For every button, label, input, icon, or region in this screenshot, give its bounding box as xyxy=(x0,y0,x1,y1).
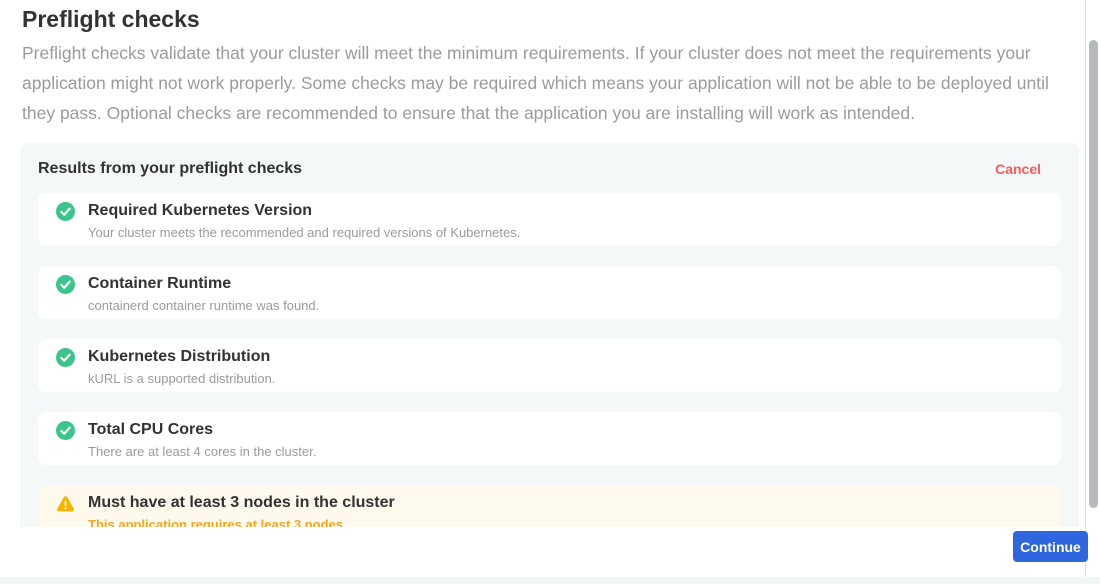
check-title: Required Kubernetes Version xyxy=(88,201,1051,220)
check-text: Must have at least 3 nodes in the cluste… xyxy=(88,493,1051,527)
check-text: Container Runtime containerd container r… xyxy=(88,274,1051,313)
main-content: Preflight checks Preflight checks valida… xyxy=(0,0,1086,584)
warning-icon xyxy=(56,494,75,513)
preflight-results-panel: Results from your preflight checks Cance… xyxy=(20,143,1079,527)
panel-header: Results from your preflight checks Cance… xyxy=(38,160,1061,178)
preflight-check-card: Must have at least 3 nodes in the cluste… xyxy=(38,485,1061,527)
check-text: Kubernetes Distribution kURL is a suppor… xyxy=(88,347,1051,386)
check-circle-icon xyxy=(56,275,75,294)
check-circle-icon xyxy=(56,348,75,367)
check-message: There are at least 4 cores in the cluste… xyxy=(88,444,1051,459)
check-text: Required Kubernetes Version Your cluster… xyxy=(88,201,1051,240)
continue-button[interactable]: Continue xyxy=(1013,531,1088,562)
scrollbar-thumb[interactable] xyxy=(1089,40,1098,508)
check-circle-icon xyxy=(56,202,75,221)
check-message: containerd container runtime was found. xyxy=(88,298,1051,313)
check-message: kURL is a supported distribution. xyxy=(88,371,1051,386)
preflight-check-card: Required Kubernetes Version Your cluster… xyxy=(38,193,1061,246)
check-title: Must have at least 3 nodes in the cluste… xyxy=(88,493,1051,512)
preflight-check-card: Container Runtime containerd container r… xyxy=(38,266,1061,319)
check-message: This application requires at least 3 nod… xyxy=(88,517,1051,527)
scrollbar-track[interactable] xyxy=(1087,0,1100,584)
cancel-link[interactable]: Cancel xyxy=(995,161,1041,177)
check-title: Total CPU Cores xyxy=(88,420,1051,439)
preflight-check-card: Kubernetes Distribution kURL is a suppor… xyxy=(38,339,1061,392)
page-title: Preflight checks xyxy=(22,6,200,33)
check-title: Kubernetes Distribution xyxy=(88,347,1051,366)
checks-list: Required Kubernetes Version Your cluster… xyxy=(38,193,1061,527)
check-text: Total CPU Cores There are at least 4 cor… xyxy=(88,420,1051,459)
preflight-check-card: Total CPU Cores There are at least 4 cor… xyxy=(38,412,1061,465)
check-circle-icon xyxy=(56,421,75,440)
bottom-strip xyxy=(0,577,1100,584)
panel-title: Results from your preflight checks xyxy=(38,160,302,178)
check-title: Container Runtime xyxy=(88,274,1051,293)
page-description: Preflight checks validate that your clus… xyxy=(22,38,1064,128)
check-message: Your cluster meets the recommended and r… xyxy=(88,225,1051,240)
